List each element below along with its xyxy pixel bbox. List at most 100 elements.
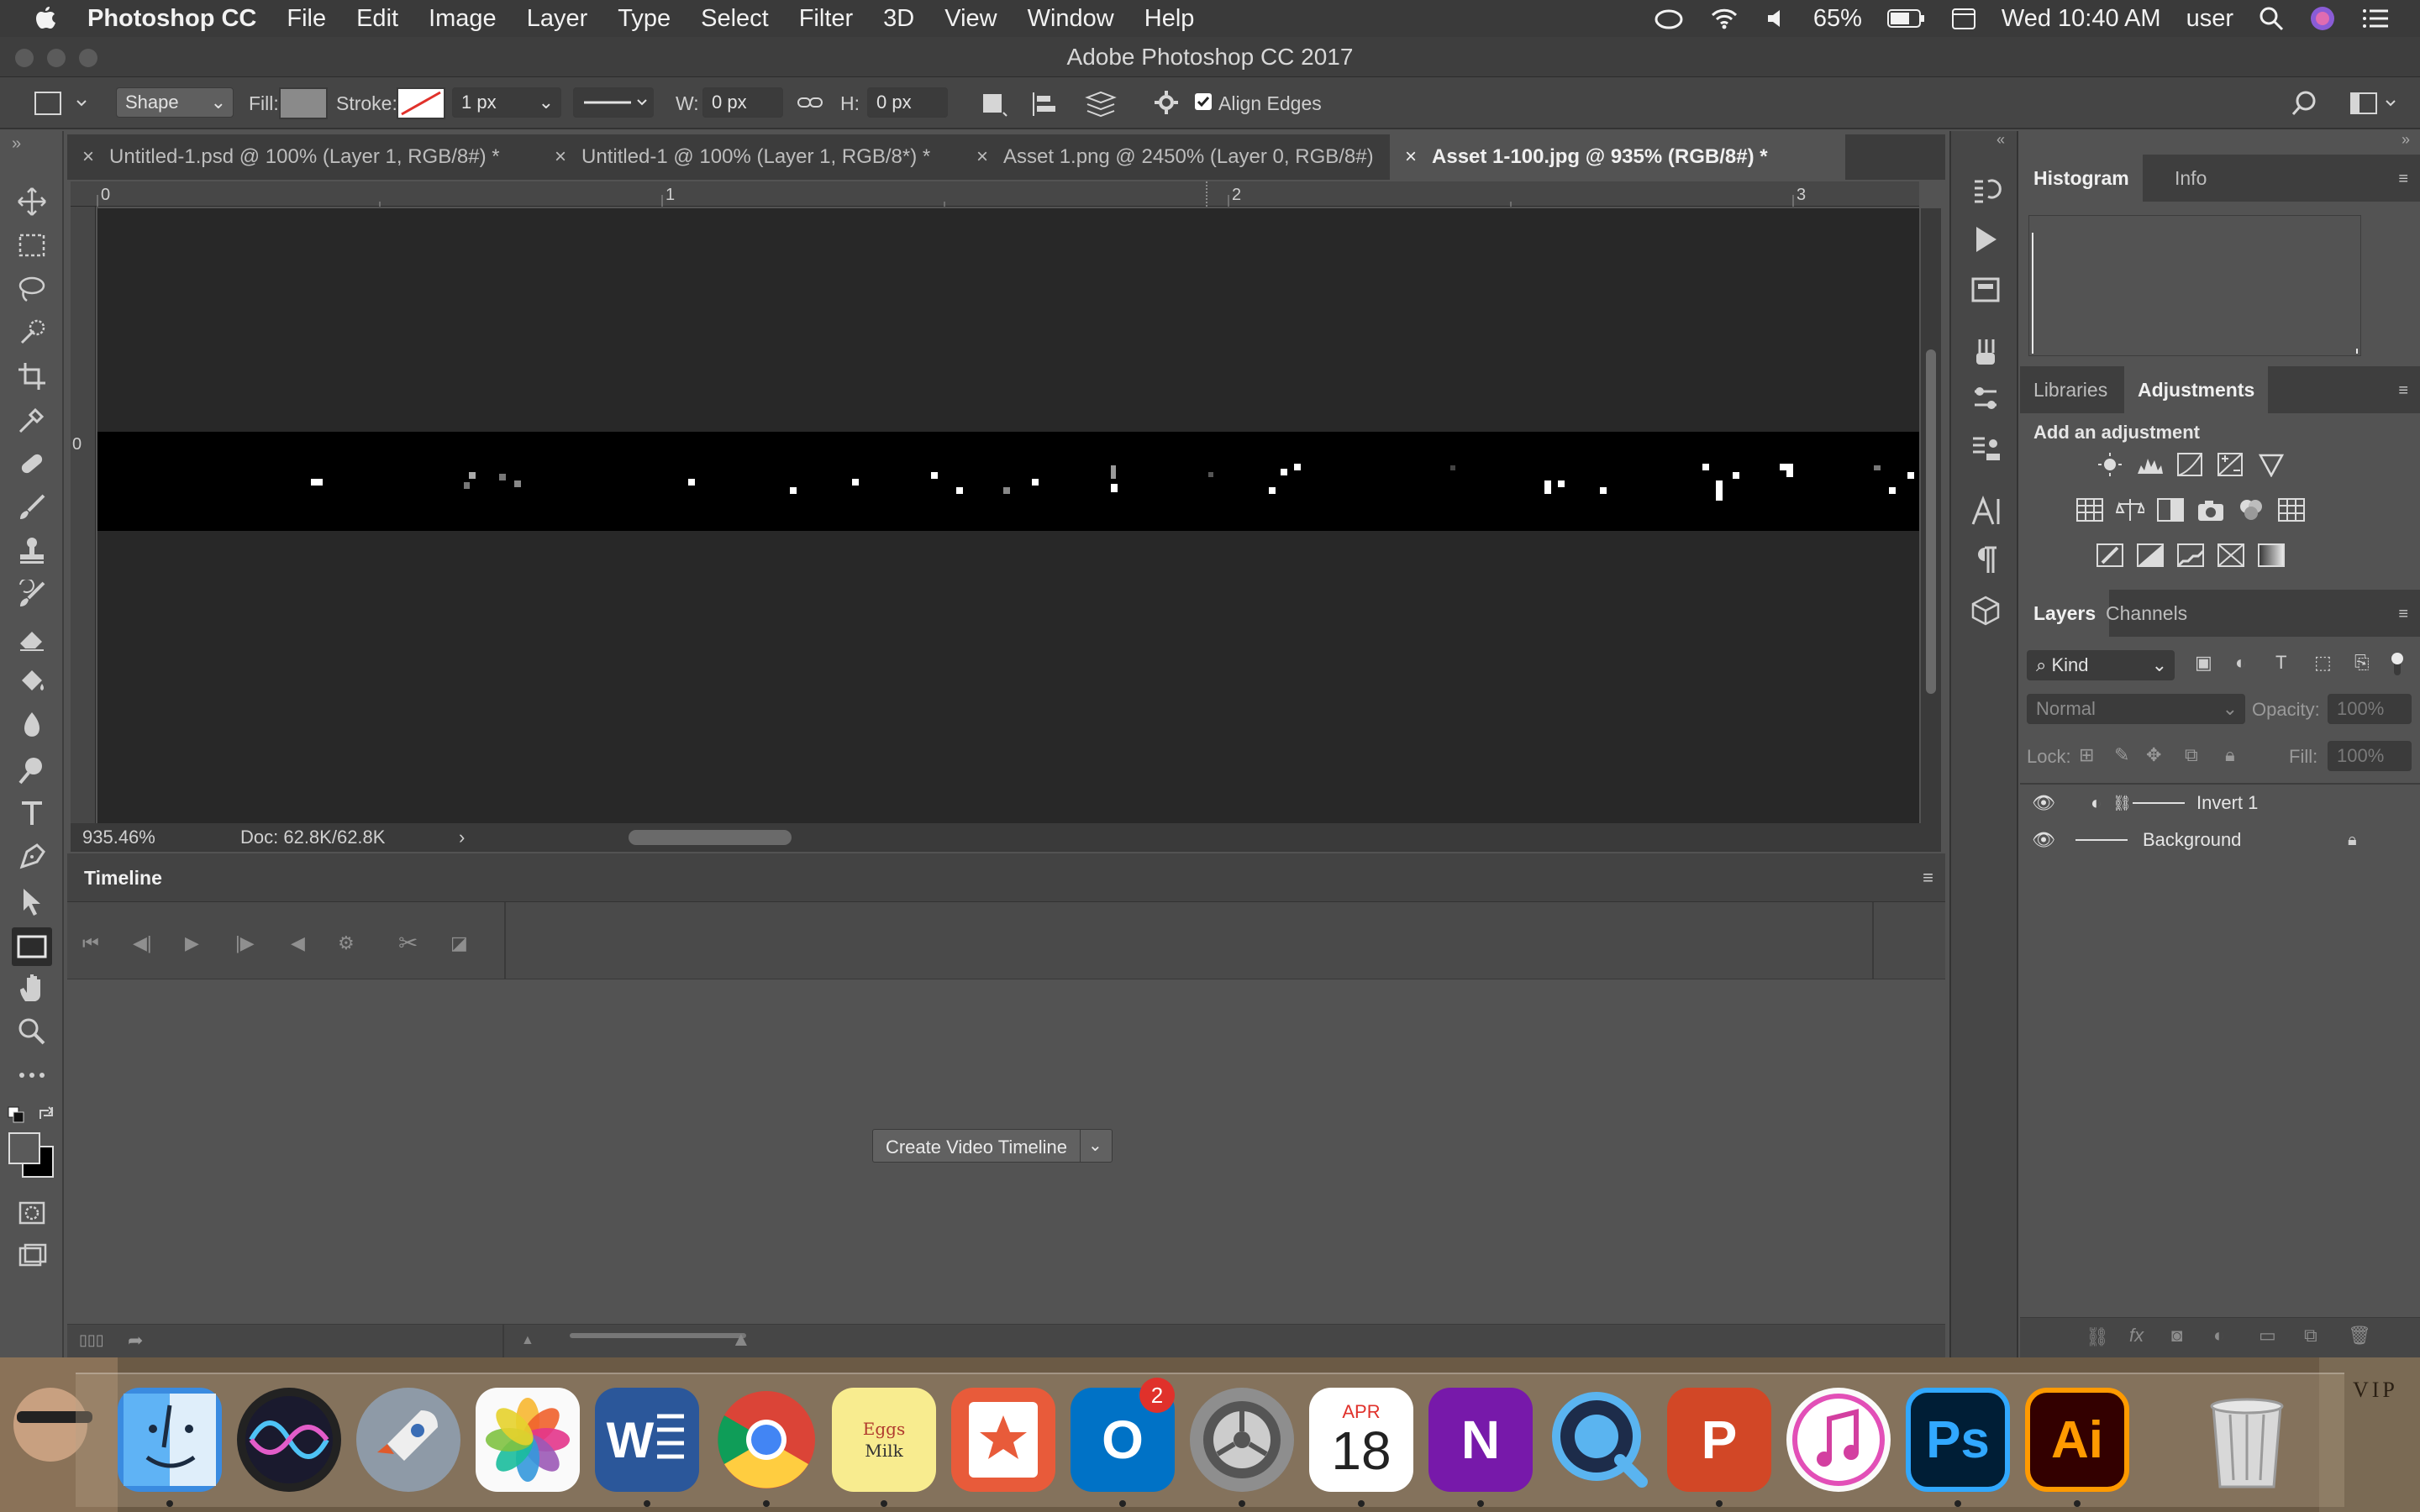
search-icon[interactable]: [2291, 89, 2319, 118]
panel-menu-icon[interactable]: ≡: [2398, 381, 2408, 401]
link-icon[interactable]: [797, 91, 823, 114]
visibility-eye-icon[interactable]: 👁︎: [2032, 785, 2055, 822]
invert-icon[interactable]: [2096, 543, 2124, 568]
tab-asset-1-100-jpg[interactable]: × Asset 1-100.jpg @ 935% (RGB/8#) *: [1390, 134, 1845, 180]
word-icon[interactable]: W: [595, 1388, 699, 1492]
brightness-contrast-icon[interactable]: [2096, 452, 2124, 477]
eyedropper-tool-icon[interactable]: [17, 405, 47, 435]
new-adjustment-layer-icon[interactable]: ◐: [2213, 1325, 2224, 1347]
menu-type[interactable]: Type: [618, 5, 671, 33]
move-tool-icon[interactable]: [17, 186, 47, 217]
chain-link-icon[interactable]: ⛓︎: [2112, 785, 2132, 822]
brush-presets-icon[interactable]: [1970, 383, 2002, 415]
itunes-icon[interactable]: [1786, 1388, 1891, 1492]
3d-icon[interactable]: [1970, 595, 2002, 627]
collapse-panel-icon[interactable]: «: [1996, 131, 2005, 149]
tab-libraries[interactable]: Libraries: [2020, 366, 2121, 413]
onenote-icon[interactable]: N: [1428, 1388, 1533, 1492]
status-menu-arrow[interactable]: ›: [459, 827, 465, 848]
clock[interactable]: Wed 10:40 AM: [2002, 5, 2161, 33]
tab-adjustments[interactable]: Adjustments: [2124, 366, 2269, 413]
menu-3d[interactable]: 3D: [883, 5, 914, 33]
layer-kind-filter[interactable]: ⌕ Kind ⌄: [2027, 650, 2175, 680]
chrome-icon[interactable]: [714, 1388, 818, 1492]
siri-icon[interactable]: [237, 1388, 341, 1492]
opacity-field[interactable]: 100%: [2328, 694, 2412, 724]
menu-edit[interactable]: Edit: [356, 5, 398, 33]
menu-file[interactable]: File: [287, 5, 326, 33]
curves-icon[interactable]: [2176, 452, 2205, 477]
tab-histogram[interactable]: Histogram: [2020, 155, 2143, 202]
tab-info[interactable]: Info: [2161, 155, 2220, 202]
horizontal-ruler[interactable]: 0 1 2 3: [71, 181, 1919, 207]
new-layer-icon[interactable]: ⧉: [2304, 1325, 2317, 1347]
path-alignment-icon[interactable]: [1030, 91, 1059, 118]
play-icon[interactable]: ▶: [185, 932, 199, 954]
properties-icon[interactable]: [1970, 274, 2002, 306]
close-window-button[interactable]: [15, 49, 34, 67]
tool-preset-picker[interactable]: [34, 89, 89, 118]
layer-name[interactable]: Background: [2143, 822, 2241, 858]
character-icon[interactable]: [1970, 496, 2002, 528]
zoom-tool-icon[interactable]: [17, 1016, 47, 1047]
workspace-switcher-icon[interactable]: [2349, 91, 2400, 116]
path-operations-icon[interactable]: [980, 91, 1008, 118]
vertical-scrollbar[interactable]: [1921, 208, 1941, 823]
stroke-width-field[interactable]: 1 px ⌄: [452, 87, 561, 118]
height-field[interactable]: 0 px: [867, 87, 948, 118]
trash-icon[interactable]: 🗑︎: [2348, 1325, 2371, 1347]
frame-animation-icon[interactable]: ▯▯▯: [79, 1331, 104, 1349]
add-mask-icon[interactable]: ◙: [2171, 1325, 2182, 1347]
posterize-icon[interactable]: [2136, 543, 2165, 568]
menu-filter[interactable]: Filter: [799, 5, 853, 33]
calendar-icon[interactable]: APR 18: [1309, 1388, 1413, 1492]
panel-menu-icon[interactable]: ≡: [2398, 170, 2408, 189]
swap-colors-icon[interactable]: [37, 1104, 55, 1122]
type-tool-icon[interactable]: [17, 798, 47, 828]
chevron-down-icon[interactable]: ⌄: [1088, 1135, 1102, 1156]
system-preferences-icon[interactable]: [1190, 1388, 1294, 1492]
gradient-map-icon[interactable]: [2257, 543, 2286, 568]
healing-brush-tool-icon[interactable]: [17, 449, 47, 479]
filter-adjustment-icon[interactable]: ◐: [2235, 652, 2246, 674]
threshold-icon[interactable]: [2176, 543, 2205, 568]
photo-filter-icon[interactable]: [2196, 497, 2225, 522]
history-icon[interactable]: [1970, 175, 2002, 207]
filter-type-icon[interactable]: T: [2275, 652, 2286, 674]
stroke-type-select[interactable]: [573, 87, 654, 118]
zoom-window-button[interactable]: [79, 49, 97, 67]
create-video-timeline-button[interactable]: Create Video Timeline ⌄: [872, 1129, 1113, 1163]
black-white-icon[interactable]: [2156, 497, 2185, 522]
next-frame-icon[interactable]: |▶: [235, 932, 255, 954]
blend-mode-select[interactable]: Normal ⌄: [2027, 694, 2245, 724]
minimize-window-button[interactable]: [47, 49, 66, 67]
filter-shape-icon[interactable]: ⬚: [2314, 652, 2332, 674]
menu-window[interactable]: Window: [1028, 5, 1114, 33]
timeline-title[interactable]: Timeline: [84, 867, 162, 890]
timeline-zoom-slider[interactable]: [570, 1333, 746, 1338]
clone-source-icon[interactable]: [1970, 433, 2002, 465]
visibility-eye-icon[interactable]: 👁︎: [2032, 822, 2055, 858]
blur-tool-icon[interactable]: [17, 711, 47, 741]
go-to-first-frame-icon[interactable]: ⏮: [82, 932, 99, 954]
tab-untitled-1-psd[interactable]: × Untitled-1.psd @ 100% (Layer 1, RGB/8#)…: [67, 134, 538, 180]
layer-style-fx-icon[interactable]: fx: [2129, 1325, 2144, 1347]
history-brush-tool-icon[interactable]: [17, 580, 47, 610]
menu-view[interactable]: View: [944, 5, 997, 33]
menu-select[interactable]: Select: [701, 5, 769, 33]
render-video-icon[interactable]: ➦: [128, 1330, 143, 1352]
layer-name[interactable]: Invert 1: [2196, 785, 2258, 822]
crop-tool-icon[interactable]: [17, 361, 47, 391]
brush-settings-icon[interactable]: [1970, 336, 2002, 368]
quick-mask-icon[interactable]: [17, 1198, 47, 1228]
apple-menu-icon[interactable]: [34, 5, 57, 32]
path-selection-tool-icon[interactable]: [17, 885, 47, 916]
lock-image-icon[interactable]: ✎: [2114, 744, 2129, 766]
illustrator-icon[interactable]: Ai: [2025, 1388, 2129, 1492]
siri-icon[interactable]: [2309, 5, 2336, 32]
user-menu[interactable]: user: [2186, 5, 2233, 33]
photoshop-icon[interactable]: Ps: [1906, 1388, 2010, 1492]
tab-untitled-1[interactable]: × Untitled-1 @ 100% (Layer 1, RGB/8*) *: [539, 134, 1027, 180]
hand-tool-icon[interactable]: [17, 973, 47, 1003]
calendar-menu-icon[interactable]: [1951, 7, 1976, 30]
